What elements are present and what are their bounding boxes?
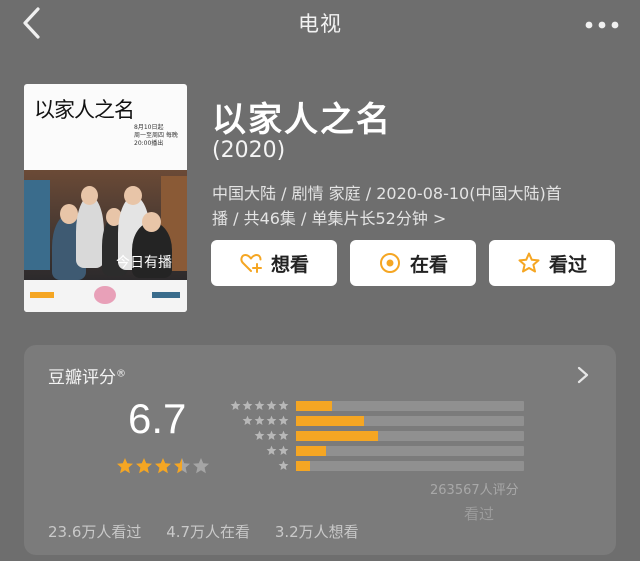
watched-count[interactable]: 23.6万人看过	[48, 523, 141, 541]
mini-star-icon	[230, 400, 241, 410]
poster-logo-strip	[24, 280, 187, 312]
mini-star-icon	[278, 400, 289, 410]
show-meta[interactable]: 中国大陆 / 剧情 家庭 / 2020-08-10(中国大陆)首 播 / 共46…	[212, 181, 617, 231]
rating-card[interactable]: 豆瓣评分® 6.7 263567人评分 看过 23.6万人看过 4.7万人在看 …	[24, 345, 616, 555]
star-icon	[193, 458, 209, 474]
want-to-watch-button[interactable]: 想看	[211, 240, 337, 286]
show-title: 以家人之名	[212, 100, 392, 140]
poster-logo	[30, 292, 54, 298]
rating-bar-fill	[296, 431, 379, 441]
mini-star-icon	[266, 415, 277, 425]
page-title: 电视	[298, 12, 342, 36]
more-button[interactable]	[584, 16, 620, 29]
rating-stars	[116, 457, 211, 475]
show-meta-line: 中国大陆 / 剧情 家庭 / 2020-08-10(中国大陆)首	[212, 184, 562, 203]
mini-star-icon	[242, 415, 253, 425]
poster-head	[81, 186, 98, 205]
show-year: (2020)	[212, 138, 286, 163]
rating-bar-track	[296, 461, 524, 471]
poster-head	[124, 186, 142, 205]
poster-image[interactable]: 以家人之名 8月10日起 周一至周四 每晚20:00播出 今日有播	[24, 84, 187, 312]
mini-star-icon	[278, 445, 289, 455]
watched-button[interactable]: 看过	[489, 240, 615, 286]
more-dots-icon	[585, 21, 619, 29]
star-outline-icon	[518, 252, 540, 273]
watching-label: 在看	[409, 253, 448, 276]
poster-person	[76, 196, 104, 268]
rating-bar-track	[296, 446, 524, 456]
chevron-right-icon[interactable]	[576, 365, 590, 385]
watching-button[interactable]: 在看	[350, 240, 476, 286]
poster-subtitle-line: 周一至周四 每晚20:00播出	[134, 132, 178, 147]
rating-bar-fill	[296, 416, 365, 426]
watching-count[interactable]: 4.7万人在看	[166, 523, 250, 541]
movie-detail-page: 电视 以家人之名 8月10日起 周一至周四 每晚20:00播出 今日有播 以家人…	[0, 0, 640, 561]
rating-bar-track	[296, 416, 524, 426]
rating-score: 6.7	[128, 395, 187, 442]
poster-head	[142, 212, 161, 232]
rating-bar-track	[296, 401, 524, 411]
poster-head	[60, 204, 78, 224]
mini-star-icon	[242, 400, 253, 410]
star-icon	[155, 458, 171, 474]
star-icon	[136, 458, 152, 474]
rating-bar-fill	[296, 461, 310, 471]
rating-count: 263567人评分	[430, 483, 519, 498]
poster-subtitle-art: 8月10日起 周一至周四 每晚20:00播出	[134, 124, 187, 148]
stats-row: 23.6万人看过 4.7万人在看 3.2万人想看	[48, 521, 379, 542]
mini-star-icon	[254, 400, 265, 410]
mini-star-icon	[278, 430, 289, 440]
mini-star-icon	[254, 430, 265, 440]
poster-title-art: 以家人之名	[34, 98, 135, 122]
poster-logo	[152, 292, 180, 298]
top-bar: 电视	[0, 0, 640, 44]
rating-bar-fill	[296, 401, 333, 411]
rating-bar-fill	[296, 446, 326, 456]
want-count[interactable]: 3.2万人想看	[275, 523, 359, 541]
rating-title: 豆瓣评分®	[48, 363, 126, 388]
poster-logo	[94, 286, 116, 304]
rating-title-text: 豆瓣评分	[48, 368, 116, 388]
heart-plus-icon	[240, 254, 262, 273]
mini-star-icon	[266, 430, 277, 440]
mini-star-icon	[278, 415, 289, 425]
mini-star-icon	[266, 400, 277, 410]
star-icon	[117, 458, 133, 474]
target-circle-icon	[379, 253, 400, 273]
watermark-text: 看过	[464, 505, 495, 523]
mini-star-icon	[278, 460, 289, 470]
watched-label: 看过	[548, 253, 587, 276]
poster-subtitle-line: 8月10日起	[134, 124, 164, 131]
registered-mark: ®	[116, 368, 126, 380]
star-icon	[174, 458, 190, 474]
poster-handwriting: 今日有播	[116, 255, 172, 271]
mini-star-icon	[254, 415, 265, 425]
want-to-watch-label: 想看	[270, 253, 309, 276]
mini-star-icon	[266, 445, 277, 455]
rating-bar-track	[296, 431, 524, 441]
show-meta-line: 播 / 共46集 / 单集片长52分钟 >	[212, 209, 447, 228]
poster-shop-shelf	[24, 180, 50, 270]
